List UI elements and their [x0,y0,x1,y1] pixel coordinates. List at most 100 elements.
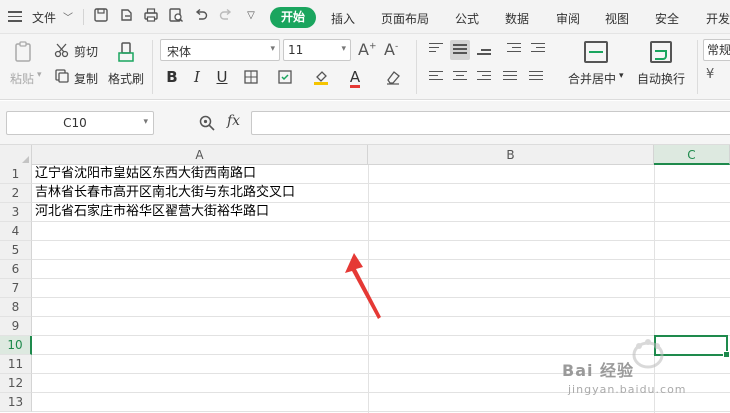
watermark-text: Bai 经验 [562,361,635,380]
tab-review[interactable]: 审阅 [556,10,580,27]
redo-icon[interactable] [217,7,235,25]
tab-insert[interactable]: 插入 [331,10,355,27]
tab-security[interactable]: 安全 [655,10,679,27]
tab-page-layout[interactable]: 页面布局 [381,10,429,27]
column-header-a[interactable]: A [32,145,368,165]
align-center-icon[interactable] [450,68,470,88]
font-family-select[interactable]: 宋体 ▾ [160,39,280,61]
row-header-1[interactable]: 1 [0,165,32,184]
align-top-icon[interactable] [426,40,446,60]
row-gridline [32,221,730,222]
row-header-3[interactable]: 3 [0,203,32,222]
chevron-down-icon[interactable]: ▾ [37,70,42,80]
number-format-value: 常规 [707,43,730,57]
merge-center-icon[interactable] [584,41,608,63]
row-header-7[interactable]: 7 [0,279,32,298]
menu-icon[interactable] [8,11,22,22]
cell-a3[interactable]: 河北省石家庄市裕华区翟营大街裕华路口 [35,203,269,221]
column-header-row: A B C [0,145,730,165]
name-box[interactable]: C10 ▾ [6,111,154,135]
row-header-6[interactable]: 6 [0,260,32,279]
row-header-11[interactable]: 11 [0,355,32,374]
border-icon[interactable] [240,66,262,88]
number-format-select[interactable]: 常规 [703,39,730,61]
tab-data[interactable]: 数据 [505,10,529,27]
justify-icon[interactable] [500,68,520,88]
fx-label[interactable]: fx [227,113,240,129]
save-icon[interactable] [92,7,110,25]
cell-a1[interactable]: 辽宁省沈阳市皇姑区东西大街西南路口 [35,165,256,183]
chevron-down-icon[interactable]: ▾ [619,71,624,81]
row-header-5[interactable]: 5 [0,241,32,260]
export-icon[interactable] [117,7,135,25]
decrease-font-icon[interactable]: A- [384,40,398,59]
tab-start[interactable]: 开始 [270,7,316,28]
align-middle-icon[interactable] [450,40,470,60]
tab-developer[interactable]: 开发 [706,10,730,27]
merge-center-button[interactable]: 合并居中 [568,70,616,87]
row-header-12[interactable]: 12 [0,374,32,393]
tab-view[interactable]: 视图 [605,10,629,27]
divider [152,40,153,94]
paste-button[interactable]: 粘贴 [10,70,34,87]
cell-a2[interactable]: 吉林省长春市高开区南北大街与东北路交叉口 [35,184,295,202]
align-right-icon[interactable] [474,68,494,88]
chevron-down-icon: ▾ [341,44,346,54]
increase-font-icon[interactable]: A+ [358,40,377,59]
wrap-text-icon[interactable] [650,41,672,63]
row-header-4[interactable]: 4 [0,222,32,241]
print-preview-icon[interactable] [167,7,185,25]
print-icon[interactable] [142,7,160,25]
tab-formula[interactable]: 公式 [455,10,479,27]
select-all-corner[interactable] [0,145,32,165]
currency-icon[interactable]: ¥ [706,67,714,82]
format-painter-button[interactable]: 格式刷 [108,70,144,87]
zoom-icon[interactable] [198,114,216,132]
copy-button[interactable]: 复制 [74,70,98,87]
distributed-align-icon[interactable] [526,68,546,88]
cut-button[interactable]: 剪切 [74,43,98,60]
cell-style-icon[interactable] [274,66,296,88]
name-box-value: C10 [63,116,87,130]
row-header-2[interactable]: 2 [0,184,32,203]
font-size-select[interactable]: 11 ▾ [283,39,351,61]
divider [697,40,698,94]
file-menu[interactable]: 文件 [32,9,56,26]
underline-icon[interactable]: U [211,66,233,88]
chevron-down-icon: ▾ [270,44,275,54]
formula-bar: C10 ▾ fx [0,101,730,145]
paste-icon[interactable] [12,40,36,64]
divider [416,40,417,94]
scissors-icon[interactable] [54,42,70,58]
wrap-text-button[interactable]: 自动换行 [637,70,685,87]
ribbon-toolbar: 粘贴 ▾ 剪切 复制 格式刷 宋体 ▾ 11 ▾ A+ A- B I U A 合… [0,34,730,100]
font-size-value: 11 [288,43,304,57]
column-header-c[interactable]: C [654,145,730,165]
font-color-icon[interactable]: A [344,66,366,88]
format-painter-icon[interactable] [114,40,138,64]
customize-toolbar-icon[interactable]: ▽ [242,7,260,25]
bold-icon[interactable]: B [161,66,183,88]
italic-icon[interactable]: I [186,66,208,88]
watermark-subtext: jingyan.baidu.com [568,383,687,396]
clear-format-icon[interactable] [382,66,404,88]
row-header-10[interactable]: 10 [0,336,32,355]
formula-input[interactable] [251,111,730,135]
column-header-b[interactable]: B [368,145,654,165]
row-header-8[interactable]: 8 [0,298,32,317]
undo-icon[interactable] [192,7,210,25]
divider [83,9,84,25]
chevron-down-icon[interactable]: ﹀ [63,9,73,24]
row-header-13[interactable]: 13 [0,393,32,412]
menu-bar: 文件 ﹀ ▽ 开始 插入 页面布局 公式 数据 审阅 视图 安全 开发 [0,0,730,34]
row-gridline [32,240,730,241]
indent-decrease-icon[interactable] [504,40,524,60]
chevron-down-icon: ▾ [143,117,148,127]
align-bottom-icon[interactable] [474,40,494,60]
row-header-9[interactable]: 9 [0,317,32,336]
indent-increase-icon[interactable] [528,40,548,60]
fill-color-icon[interactable] [310,66,332,88]
row-gridline [32,411,730,412]
copy-icon[interactable] [54,68,70,84]
align-left-icon[interactable] [426,68,446,88]
